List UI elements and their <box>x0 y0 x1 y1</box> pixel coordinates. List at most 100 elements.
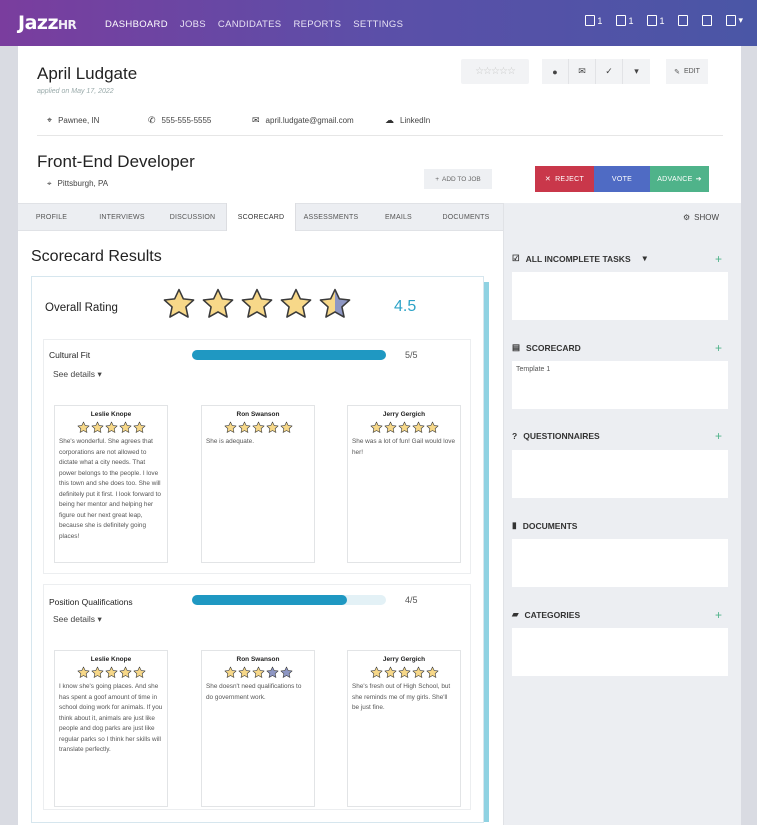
jazzhr-logo[interactable]: JazzHR <box>18 12 77 34</box>
job-location: ⌖ Pittsburgh, PA <box>47 179 109 188</box>
check-icon[interactable]: ✓ <box>596 59 623 84</box>
star-icon <box>266 421 278 433</box>
applied-date: applied on May 17, 2022 <box>37 88 114 95</box>
add-category-icon[interactable]: + <box>715 608 722 622</box>
review-card: Leslie Knope I know she's going places. … <box>54 650 168 807</box>
vote-button[interactable]: VOTE <box>594 166 650 192</box>
reject-button[interactable]: ✕ REJECT <box>535 166 594 192</box>
scorecard-box[interactable]: Template 1 <box>512 361 728 409</box>
location-pin-icon: ⌖ <box>47 179 52 188</box>
questionnaires-box <box>512 450 728 498</box>
advance-button[interactable]: ADVANCE ➔ <box>650 166 709 192</box>
reviewer-name: Leslie Knope <box>90 656 132 663</box>
star-icon <box>412 666 424 678</box>
review-card: Jerry Gergich She's fresh out of High Sc… <box>347 650 461 807</box>
star-icon <box>398 421 410 433</box>
score-bar-fill <box>192 350 386 360</box>
reviewer-name: Ron Swanson <box>236 656 280 663</box>
star-icon <box>133 421 145 433</box>
candidate-email[interactable]: april.ludgate@gmail.com <box>266 116 354 125</box>
add-scorecard-icon[interactable]: + <box>715 341 722 355</box>
section-scorecard[interactable]: ▤ SCORECARD + <box>512 341 722 355</box>
pencil-icon: ✎ <box>674 68 680 76</box>
candidate-phone[interactable]: 555-555-5555 <box>162 116 212 125</box>
review-card: Ron Swanson She doesn't need qualificati… <box>201 650 315 807</box>
section-categories[interactable]: ▰ CATEGORIES + <box>512 608 722 622</box>
tab-assessments[interactable]: ASSESSMENTS <box>296 204 366 230</box>
checkbox-icon: ☑ <box>512 253 520 263</box>
nav-jobs[interactable]: JOBS <box>180 19 206 30</box>
envelope-icon: ✉ <box>252 115 260 125</box>
candidate-rating[interactable]: ☆☆☆☆☆ <box>461 59 529 84</box>
caret-down-icon: ▾ <box>97 369 102 379</box>
category-score: 5/5 <box>405 350 418 360</box>
star-icon <box>280 666 292 678</box>
nav-dashboard[interactable]: DASHBOARD <box>105 19 168 30</box>
category-position-qualifications: Position Qualifications 4/5 See details … <box>43 584 471 810</box>
star-icon <box>426 666 438 678</box>
nav-candidates[interactable]: CANDIDATES <box>218 19 282 30</box>
review-card: Jerry Gergich She was a lot of fun! Gail… <box>347 405 461 563</box>
section-tasks[interactable]: ☑ ALL INCOMPLETE TASKS ▾ + <box>512 252 722 266</box>
tab-bar: PROFILE INTERVIEWS DISCUSSION SCORECARD … <box>18 203 503 231</box>
star-icon <box>280 288 312 318</box>
candidate-name: April Ludgate <box>37 64 138 83</box>
location-pin-icon: ⌖ <box>47 115 53 125</box>
see-details-toggle[interactable]: See details ▾ <box>53 369 102 380</box>
linkedin-link[interactable]: LinkedIn <box>400 116 430 125</box>
nav-window-icon-5[interactable] <box>702 15 713 26</box>
nav-window-icon-2[interactable]: 1 <box>616 15 633 26</box>
nav-reports[interactable]: REPORTS <box>293 19 341 30</box>
plus-icon: + <box>435 175 439 183</box>
category-cultural-fit: Cultural Fit 5/5 See details ▾ Leslie Kn… <box>43 339 471 574</box>
add-questionnaire-icon[interactable]: + <box>715 429 722 443</box>
nav-window-icon-3[interactable]: 1 <box>647 15 664 26</box>
section-questionnaires[interactable]: ? QUESTIONNAIRES + <box>512 429 722 443</box>
tab-profile[interactable]: PROFILE <box>18 204 85 230</box>
arrow-right-icon: ➔ <box>695 176 702 183</box>
review-text: She's wonderful. She agrees that corpora… <box>59 438 161 540</box>
email-icon[interactable]: ✉ <box>569 59 596 84</box>
comment-icon[interactable]: ● <box>542 59 569 84</box>
star-icon <box>266 666 278 678</box>
star-icon <box>238 666 250 678</box>
category-name: Cultural Fit <box>49 350 91 360</box>
tab-scorecard[interactable]: SCORECARD <box>226 203 296 231</box>
chevron-down-icon[interactable]: ▾ <box>643 253 647 264</box>
star-icon <box>163 288 195 318</box>
tab-discussion[interactable]: DISCUSSION <box>159 204 226 230</box>
add-task-icon[interactable]: + <box>715 252 722 266</box>
gear-icon: ⚙ <box>682 213 691 222</box>
chevron-down-icon[interactable]: ▾ <box>623 59 650 84</box>
star-icon <box>119 666 131 678</box>
star-icon <box>238 421 250 433</box>
star-icon <box>319 288 351 318</box>
tab-documents[interactable]: DOCUMENTS <box>431 204 501 230</box>
review-text: I know she's going places. And she has s… <box>59 683 163 753</box>
phone-icon: ✆ <box>148 115 156 125</box>
review-text: She is adequate. <box>206 438 254 445</box>
folder-icon: ▰ <box>512 609 519 619</box>
category-score: 4/5 <box>405 595 418 605</box>
question-icon: ? <box>512 431 518 441</box>
tab-interviews[interactable]: INTERVIEWS <box>85 204 159 230</box>
scorecard-panel: Overall Rating 4.5 Cultural Fit 5/5 See … <box>31 276 484 823</box>
section-documents[interactable]: ▮ DOCUMENTS <box>512 520 722 531</box>
documents-box <box>512 539 728 587</box>
nav-window-icon-1[interactable]: 1 <box>585 15 602 26</box>
nav-menu-icon[interactable]: ▾ <box>726 15 743 26</box>
nav-window-icon-4[interactable] <box>678 15 689 26</box>
show-button[interactable]: ⚙ SHOW <box>683 213 719 222</box>
star-icon <box>105 421 117 433</box>
category-name: Position Qualifications <box>49 597 133 607</box>
contact-row: ⌖ Pawnee, IN ✆ 555-555-5555 ✉ april.ludgate… <box>47 115 430 126</box>
review-text: She was a lot of fun! Gail would love he… <box>352 438 456 456</box>
overall-stars <box>162 287 352 321</box>
tab-emails[interactable]: EMAILS <box>366 204 431 230</box>
star-icon <box>224 666 236 678</box>
star-icon <box>91 666 103 678</box>
add-to-job-button[interactable]: + ADD TO JOB <box>424 169 492 189</box>
nav-settings[interactable]: SETTINGS <box>353 19 403 30</box>
edit-button[interactable]: ✎ EDIT <box>666 59 708 84</box>
see-details-toggle[interactable]: See details ▾ <box>53 614 102 625</box>
